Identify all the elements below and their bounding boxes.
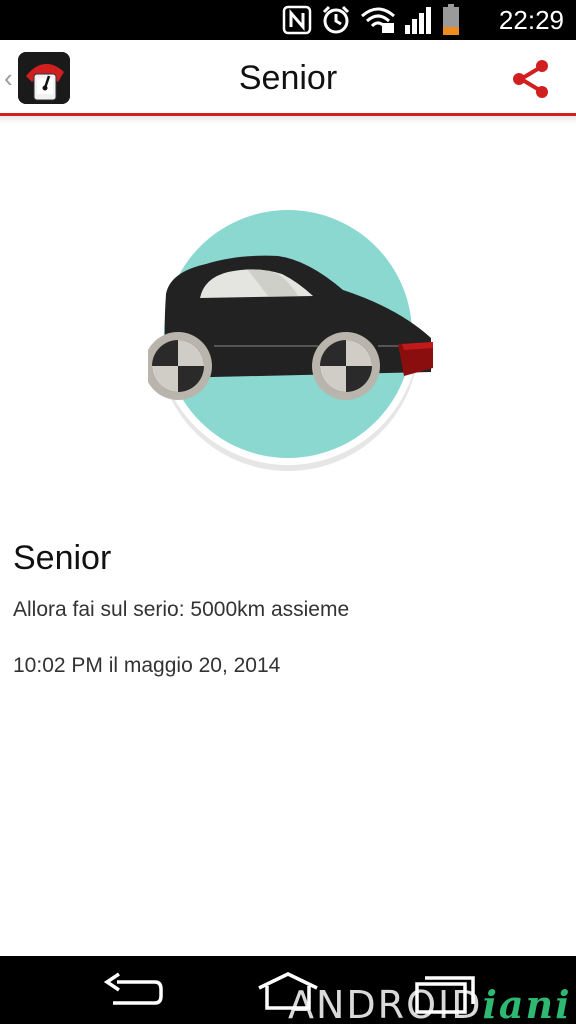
wifi-icon	[361, 7, 395, 33]
status-icons	[282, 4, 460, 36]
watermark-part2: iani	[482, 982, 572, 1024]
car-badge-illustration	[144, 203, 438, 474]
action-bar-shadow	[0, 116, 576, 124]
status-bar: 22:29	[0, 0, 576, 40]
badge-title: Senior	[13, 539, 112, 577]
back-button[interactable]	[97, 970, 167, 1014]
status-time: 22:29	[498, 5, 564, 35]
nfc-icon	[282, 5, 312, 35]
battery-icon	[443, 4, 459, 35]
watermark-part1: ANDROID	[288, 983, 483, 1024]
badge-description: Allora fai sul serio: 5000km assieme	[13, 598, 350, 621]
back-icon	[103, 972, 163, 1005]
screen: 22:29 ‹ Senior Senior Allora fai sul ser…	[0, 0, 576, 1024]
badge-date: 10:02 PM il maggio 20, 2014	[13, 654, 281, 677]
page-title: Senior	[238, 59, 338, 97]
share-button[interactable]	[508, 56, 554, 102]
signal-icon	[405, 7, 431, 34]
androidiani-watermark: ANDROID iani	[288, 984, 572, 1024]
share-icon	[513, 60, 548, 98]
alarm-icon	[322, 5, 350, 34]
